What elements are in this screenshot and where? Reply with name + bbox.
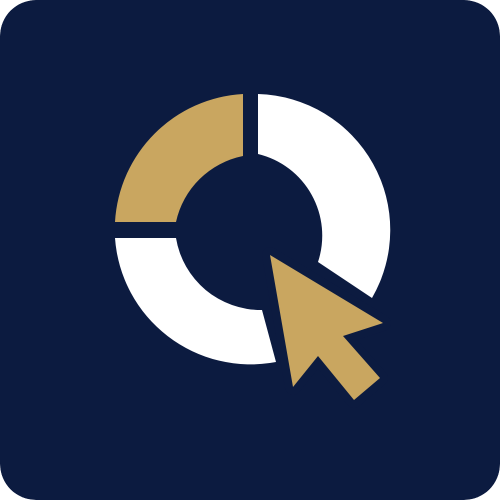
chart-cursor-logo-icon	[0, 0, 500, 500]
icon-background	[0, 0, 500, 500]
app-icon-tile	[0, 0, 500, 500]
